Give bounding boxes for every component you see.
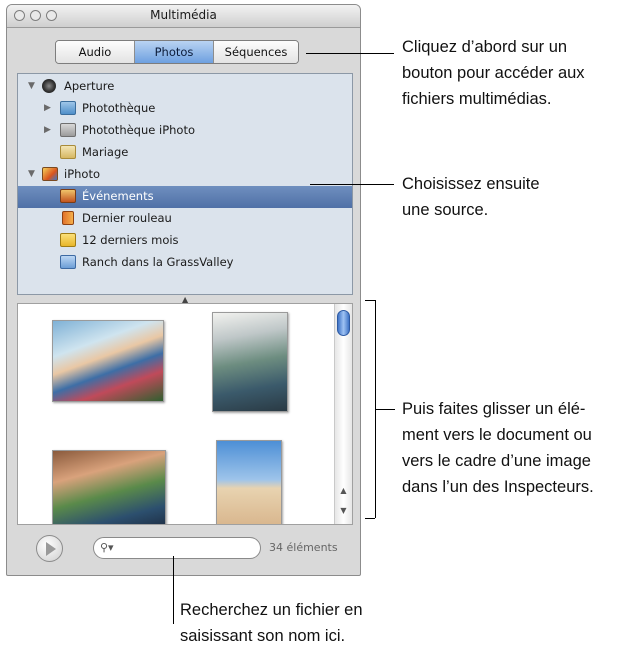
disclosure-open-icon[interactable]: ▼: [28, 169, 35, 179]
callout-text: une source.: [402, 201, 489, 219]
disclosure-closed-icon[interactable]: ▶: [44, 103, 51, 113]
source-label: 12 derniers mois: [82, 233, 179, 247]
callout-text: Recherchez un fichier en: [180, 601, 363, 619]
bracket-bottom: [365, 518, 375, 519]
events-icon: [60, 189, 76, 203]
title-bar[interactable]: Multimédia: [7, 5, 360, 28]
callout-line-source: [310, 184, 394, 185]
media-type-segmented-control: Audio Photos Séquences: [55, 40, 299, 64]
folder-icon: [60, 233, 76, 247]
callout-tabs: Cliquez d’abord sur un bouton pour accéd…: [402, 34, 585, 112]
callout-line-drag: [375, 409, 395, 410]
callout-line-tabs: [306, 53, 394, 54]
album-icon: [60, 145, 76, 159]
source-label: Dernier rouleau: [82, 211, 172, 225]
tab-photos[interactable]: Photos: [135, 41, 214, 63]
source-item-mariage[interactable]: Mariage: [18, 142, 352, 164]
source-label: Événements: [82, 189, 154, 203]
scroll-knob[interactable]: [337, 310, 350, 336]
tab-sequences[interactable]: Séquences: [214, 41, 298, 63]
photo-thumbnail[interactable]: [52, 320, 164, 402]
source-label: Mariage: [82, 145, 129, 159]
callout-search: Recherchez un fichier en saisissant son …: [180, 597, 363, 649]
photo-thumbnail[interactable]: [52, 450, 166, 524]
disclosure-closed-icon[interactable]: ▶: [44, 125, 51, 135]
callout-text: bouton pour accéder aux: [402, 64, 585, 82]
callout-text: saisissant son nom ici.: [180, 627, 346, 645]
scroll-down-arrow-icon[interactable]: ▼: [337, 504, 350, 517]
source-item-12-derniers-mois[interactable]: 12 derniers mois: [18, 230, 352, 252]
source-item-aperture[interactable]: ▼ Aperture: [18, 76, 352, 98]
library-icon: [60, 123, 76, 137]
scroll-up-arrow-icon[interactable]: ▲: [337, 484, 350, 497]
callout-drag: Puis faites glisser un élé- ment vers le…: [402, 396, 594, 500]
callout-text: Puis faites glisser un élé-: [402, 400, 586, 418]
callout-source: Choisissez ensuite une source.: [402, 171, 540, 223]
callout-text: Cliquez d’abord sur un: [402, 38, 568, 56]
source-label: Photothèque iPhoto: [82, 123, 195, 137]
source-list: ▼ Aperture ▶ Photothèque ▶ Photothèque i…: [17, 73, 353, 295]
vertical-scrollbar[interactable]: ▲ ▼: [334, 304, 352, 524]
play-icon: [46, 542, 56, 556]
photo-thumbnail[interactable]: [212, 312, 288, 412]
source-item-dernier-rouleau[interactable]: Dernier rouleau: [18, 208, 352, 230]
roll-icon: [62, 211, 74, 225]
aperture-icon: [42, 79, 56, 93]
callout-text: dans l’un des Inspecteurs.: [402, 478, 594, 496]
search-field[interactable]: ⚲▾: [93, 537, 261, 559]
source-item-phototheque[interactable]: ▶ Photothèque: [18, 98, 352, 120]
source-item-phototheque-iphoto[interactable]: ▶ Photothèque iPhoto: [18, 120, 352, 142]
item-count: 34 éléments: [269, 541, 338, 554]
search-icon: ⚲▾: [100, 541, 114, 554]
photo-thumbnail[interactable]: [216, 440, 282, 524]
bracket-top: [365, 300, 375, 301]
album-icon: [60, 255, 76, 269]
iphoto-icon: [42, 167, 58, 181]
library-icon: [60, 101, 76, 115]
callout-text: vers le cadre d’une image: [402, 452, 591, 470]
tab-audio[interactable]: Audio: [56, 41, 135, 63]
disclosure-open-icon[interactable]: ▼: [28, 81, 35, 91]
source-item-evenements[interactable]: Événements: [18, 186, 352, 208]
window-title: Multimédia: [150, 8, 217, 22]
source-label: Photothèque: [82, 101, 156, 115]
source-label: Ranch dans la GrassValley: [82, 255, 234, 269]
source-label: Aperture: [64, 79, 115, 93]
callout-text: fichiers multimédias.: [402, 90, 552, 108]
callout-line-search: [173, 556, 174, 624]
callout-text: Choisissez ensuite: [402, 175, 540, 193]
media-grid: ▲ ▼: [17, 303, 353, 525]
source-item-ranch[interactable]: Ranch dans la GrassValley: [18, 252, 352, 274]
source-label: iPhoto: [64, 167, 100, 181]
source-item-iphoto[interactable]: ▼ iPhoto: [18, 164, 352, 186]
callout-text: ment vers le document ou: [402, 426, 592, 444]
media-browser-window: Multimédia Audio Photos Séquences ▼ Aper…: [6, 4, 361, 576]
